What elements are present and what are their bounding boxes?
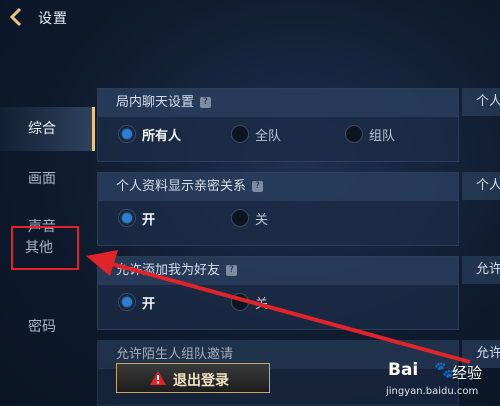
option-label: 组队 — [369, 129, 396, 144]
sidebar-item-label: 综合 — [28, 121, 56, 137]
sidebar-item-label: 其他 — [25, 240, 53, 256]
radio-icon[interactable] — [231, 293, 249, 311]
panel-title: 个人资料显示亲密关系 — [116, 179, 247, 194]
logout-label: 退出登录 — [173, 373, 229, 389]
panel-header: 允许添加我为好友? — [98, 257, 458, 285]
panel-header: 局内聊天设置? — [98, 89, 458, 117]
panel-header: 个人资料显示亲密关系? — [98, 173, 458, 201]
sidebar-item-label: 密码 — [28, 319, 56, 335]
radio-icon[interactable] — [231, 125, 249, 143]
radio-selected-icon[interactable] — [118, 209, 136, 227]
sidebar-item-display[interactable]: 画面 — [10, 157, 92, 201]
help-icon[interactable]: ? — [226, 265, 238, 276]
right-panel-header: 个人 — [462, 172, 500, 200]
watermark-site: jingyan.baidu.com — [386, 386, 479, 397]
chat-settings-panel: 局内聊天设置? 所有人 全队 组队 — [97, 88, 459, 162]
option-label: 开 — [142, 213, 156, 228]
panel-title: 允许陌生人组队邀请 — [116, 347, 234, 362]
paw-icon: 🐾 — [434, 360, 454, 379]
sidebar-item-password[interactable]: 密码 — [10, 305, 92, 349]
profile-intimacy-panel: 个人资料显示亲密关系? 开 关 — [97, 172, 459, 246]
watermark-word: 经验 — [452, 364, 483, 382]
radio-selected-icon[interactable] — [118, 293, 136, 311]
panel-title: 局内聊天设置 — [116, 95, 195, 110]
sidebar-item-label: 画面 — [28, 171, 56, 187]
sidebar-item-other[interactable]: 其他 — [11, 226, 79, 270]
logout-button[interactable]: 退出登录 — [116, 363, 270, 393]
option-label: 所有人 — [142, 129, 182, 144]
help-icon[interactable]: ? — [200, 97, 212, 108]
option-label: 开 — [142, 297, 156, 312]
option-label: 关 — [255, 297, 269, 312]
page-title: 设置 — [38, 11, 68, 27]
panel-title: 允许添加我为好友 — [116, 263, 221, 278]
option-label: 全队 — [255, 129, 282, 144]
watermark-brand: Bai — [388, 360, 419, 380]
right-panel-header: 允许 — [462, 256, 500, 284]
top-bar: 设置 — [0, 0, 500, 34]
back-chevron-icon[interactable] — [6, 6, 28, 28]
radio-icon[interactable] — [231, 209, 249, 227]
warning-icon — [150, 371, 166, 385]
help-icon[interactable]: ? — [252, 181, 264, 192]
baidu-watermark: Bai 🐾 经验 jingyan.baidu.com — [382, 356, 500, 404]
friend-request-panel: 允许添加我为好友? 开 关 — [97, 256, 459, 330]
sidebar-item-general[interactable]: 综合 — [0, 107, 95, 151]
right-panel-header: 个人 — [462, 88, 500, 116]
radio-icon[interactable] — [345, 125, 363, 143]
option-label: 关 — [255, 213, 269, 228]
radio-selected-icon[interactable] — [118, 125, 136, 143]
